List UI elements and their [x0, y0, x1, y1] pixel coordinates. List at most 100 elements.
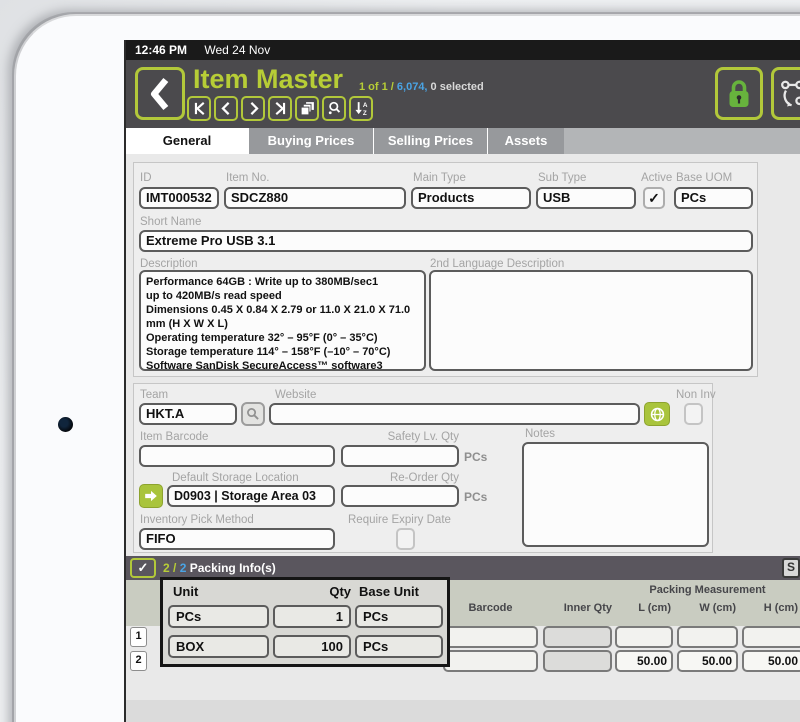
base-unit-column-label: Base Unit — [359, 584, 419, 599]
inner-qty-cell — [543, 626, 612, 648]
safety-lv-qty-label: Safety Lv. Qty — [341, 431, 459, 443]
last-record-button[interactable] — [268, 96, 292, 121]
sub-type-label: Sub Type — [538, 172, 586, 184]
h-cm-column-label: H (cm) — [740, 602, 798, 614]
safety-lv-qty-uom: PCs — [464, 450, 487, 464]
h-cm-cell[interactable] — [742, 626, 800, 648]
search-icon — [326, 100, 343, 117]
first-record-icon — [191, 100, 208, 117]
lock-button[interactable] — [715, 67, 763, 120]
previous-record-button[interactable] — [214, 96, 238, 121]
w-cm-cell[interactable] — [677, 626, 738, 648]
base-unit-cell[interactable]: PCs — [355, 605, 443, 628]
row-number[interactable]: 2 — [130, 651, 147, 671]
related-records-button[interactable] — [771, 67, 800, 120]
inventory-details-panel: Team HKT.A Website Non Inv Item Barcode … — [133, 383, 713, 553]
team-search-button[interactable] — [241, 402, 265, 426]
inventory-pick-method-field[interactable]: FIFO — [139, 528, 335, 550]
last-record-icon — [272, 100, 289, 117]
require-expiry-date-label: Require Expiry Date — [348, 514, 451, 526]
sort-records-button[interactable]: AZ — [349, 96, 373, 121]
arrow-right-icon — [143, 488, 159, 504]
back-button[interactable] — [135, 67, 185, 120]
description-label: Description — [140, 258, 198, 270]
lock-icon — [725, 77, 753, 111]
short-name-label: Short Name — [140, 216, 201, 228]
require-expiry-date-checkbox[interactable] — [396, 528, 415, 550]
status-time: 12:46 PM — [135, 43, 187, 57]
app-header: Item Master 1 of 1 / 6,074, 0 selected — [126, 60, 800, 128]
row-number[interactable]: 1 — [130, 627, 147, 647]
barcode-column-label: Barcode — [443, 602, 538, 614]
search-icon — [245, 406, 261, 422]
next-record-button[interactable] — [241, 96, 265, 121]
packing-section-checkbox[interactable]: ✓ — [130, 558, 156, 578]
packing-measurement-group-label: Packing Measurement — [615, 584, 800, 596]
l-cm-cell[interactable] — [615, 626, 673, 648]
status-date: Wed 24 Nov — [204, 43, 270, 57]
inner-qty-cell — [543, 650, 612, 672]
sub-type-field[interactable]: USB — [536, 187, 636, 209]
item-barcode-field[interactable] — [139, 445, 335, 467]
h-cm-cell[interactable]: 50.00 — [742, 650, 800, 672]
unit-cell[interactable]: BOX — [168, 635, 269, 658]
empty-table-stripe — [126, 700, 800, 722]
sort-az-icon: AZ — [353, 100, 370, 117]
short-name-field[interactable]: Extreme Pro USB 3.1 — [139, 230, 753, 252]
first-record-button[interactable] — [187, 96, 211, 121]
tablet-camera — [58, 417, 73, 432]
chevron-right-icon — [245, 100, 262, 117]
inner-qty-column-label: Inner Qty — [543, 602, 612, 614]
unit-cell[interactable]: PCs — [168, 605, 269, 628]
base-uom-label: Base UOM — [676, 172, 732, 184]
l-cm-cell[interactable]: 50.00 — [615, 650, 673, 672]
default-storage-location-label: Default Storage Location — [172, 472, 299, 484]
tab-general[interactable]: General — [126, 128, 248, 154]
inventory-pick-method-label: Inventory Pick Method — [140, 514, 254, 526]
active-checkbox[interactable]: ✓ — [643, 187, 665, 209]
tab-content-general: ID Item No. Main Type Sub Type Active Ba… — [126, 154, 800, 722]
app-screen: 12:46 PM Wed 24 Nov Item Master 1 of 1 /… — [124, 40, 800, 722]
duplicate-record-button[interactable] — [295, 96, 319, 121]
search-records-button[interactable] — [322, 96, 346, 121]
base-uom-field[interactable]: PCs — [674, 187, 753, 209]
qty-cell[interactable]: 1 — [273, 605, 351, 628]
counter-position: 1 of 1 / — [359, 81, 397, 93]
website-field[interactable] — [269, 403, 640, 425]
packing-section-title: 2 / 2 Packing Info(s) — [163, 561, 276, 575]
re-order-qty-field[interactable] — [341, 485, 459, 507]
main-type-field[interactable]: Products — [411, 187, 531, 209]
open-website-button[interactable] — [644, 402, 670, 426]
id-label: ID — [140, 172, 152, 184]
notes-field[interactable] — [522, 442, 709, 547]
safety-lv-qty-field[interactable] — [341, 445, 459, 467]
packing-sort-button[interactable]: S — [782, 558, 800, 578]
goto-storage-location-button[interactable] — [139, 484, 163, 508]
second-language-description-field[interactable] — [429, 270, 753, 371]
barcode-cell[interactable] — [443, 626, 538, 648]
base-unit-cell[interactable]: PCs — [355, 635, 443, 658]
unit-column-label: Unit — [173, 584, 198, 599]
tab-buying-prices[interactable]: Buying Prices — [248, 128, 373, 154]
non-inv-label: Non Inv — [676, 389, 716, 401]
qty-column-label: Qty — [273, 584, 351, 599]
qty-cell[interactable]: 100 — [273, 635, 351, 658]
barcode-cell[interactable] — [443, 650, 538, 672]
w-cm-cell[interactable]: 50.00 — [677, 650, 738, 672]
team-field[interactable]: HKT.A — [139, 403, 237, 425]
page-title: Item Master — [193, 64, 343, 95]
default-storage-location-field[interactable]: D0903 | Storage Area 03 — [167, 485, 335, 507]
record-counter: 1 of 1 / 6,074, 0 selected — [359, 81, 484, 93]
non-inv-checkbox[interactable] — [684, 403, 703, 425]
w-cm-column-label: W (cm) — [677, 602, 736, 614]
id-field[interactable]: IMT000532 — [139, 187, 219, 209]
packing-unit-popup: Unit Qty Base Unit PCs 1 PCs BOX 100 PCs — [160, 577, 450, 667]
counter-selected: 0 selected — [428, 81, 484, 93]
item-no-field[interactable]: SDCZ880 — [224, 187, 406, 209]
description-field[interactable]: Performance 64GB : Write up to 380MB/sec… — [139, 270, 426, 371]
active-label: Active — [641, 172, 672, 184]
l-cm-column-label: L (cm) — [615, 602, 671, 614]
main-type-label: Main Type — [413, 172, 466, 184]
tab-selling-prices[interactable]: Selling Prices — [373, 128, 487, 154]
tab-assets[interactable]: Assets — [487, 128, 564, 154]
